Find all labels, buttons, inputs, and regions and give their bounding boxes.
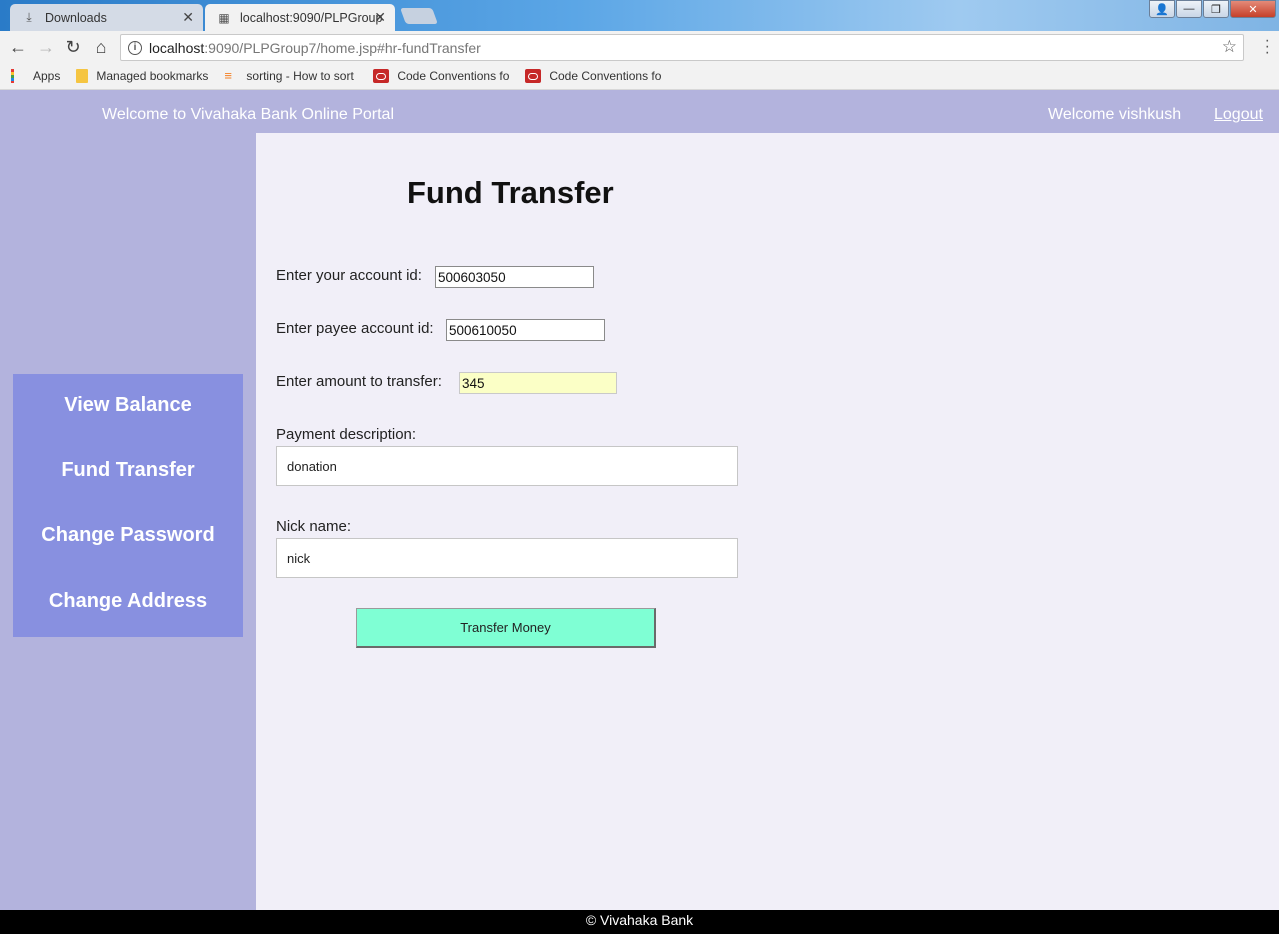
bookmark-label: Apps: [33, 69, 61, 83]
folder-icon: [76, 69, 89, 83]
tab-downloads[interactable]: ⤓ Downloads ✕: [10, 4, 203, 31]
main-content: Fund Transfer Enter your account id: Ent…: [256, 133, 1279, 910]
apps-grid-icon: [11, 69, 25, 83]
site-header: Welcome to Vivahaka Bank Online Portal W…: [0, 90, 1279, 133]
bookmarks-bar: Apps Managed bookmarks ≡ sorting - How t…: [0, 63, 1279, 90]
bookmark-label: sorting - How to sort: [246, 69, 354, 83]
sidebar-item-change-address[interactable]: Change Address: [13, 590, 243, 613]
restore-button[interactable]: ❐: [1203, 0, 1229, 18]
address-bar[interactable]: i localhost:9090/PLPGroup7/home.jsp#hr-f…: [120, 34, 1244, 61]
close-window-button[interactable]: ✕: [1230, 0, 1276, 18]
page-icon: ▦: [218, 10, 230, 25]
bookmark-sorting[interactable]: ≡ sorting - How to sort: [224, 69, 357, 83]
bookmark-label: Code Conventions fo: [397, 69, 510, 83]
nickname-label: Nick name:: [276, 518, 352, 535]
description-label: Payment description:: [276, 426, 417, 443]
tab-label: Downloads: [45, 10, 107, 25]
bookmark-star-icon[interactable]: ☆: [1222, 37, 1237, 57]
tab-label: localhost:9090/PLPGroup: [240, 10, 383, 25]
account-id-label: Enter your account id:: [276, 267, 422, 284]
minimize-button[interactable]: —: [1176, 0, 1202, 18]
profile-icon[interactable]: 👤: [1149, 0, 1175, 18]
logout-link[interactable]: Logout: [1214, 106, 1263, 124]
payee-account-label: Enter payee account id:: [276, 320, 434, 337]
bookmark-managed[interactable]: Managed bookmarks: [76, 69, 208, 83]
sidebar-menu: View Balance Fund Transfer Change Passwo…: [13, 374, 243, 637]
transfer-money-button[interactable]: Transfer Money: [356, 608, 656, 648]
footer: © Vivahaka Bank: [0, 910, 1279, 934]
reload-icon[interactable]: ↻: [62, 36, 84, 58]
bookmark-code-conventions-2[interactable]: Code Conventions fo: [525, 69, 661, 83]
new-tab-button[interactable]: [400, 8, 438, 24]
oracle-icon: [525, 69, 542, 83]
payee-account-input[interactable]: [446, 319, 605, 341]
address-path: :9090/PLPGroup7/home.jsp#hr-fundTransfer: [204, 39, 481, 56]
stackoverflow-icon: ≡: [224, 69, 233, 83]
tab-localhost[interactable]: ▦ localhost:9090/PLPGroup ✕: [205, 4, 395, 31]
description-input[interactable]: [276, 446, 738, 486]
account-id-input[interactable]: [435, 266, 594, 288]
back-arrow-icon[interactable]: ←: [7, 36, 29, 58]
sidebar-item-view-balance[interactable]: View Balance: [13, 394, 243, 417]
bookmark-code-conventions-1[interactable]: Code Conventions fo: [373, 69, 509, 83]
info-icon[interactable]: i: [128, 40, 142, 55]
forward-arrow-icon[interactable]: →: [35, 36, 57, 58]
left-sidebar: View Balance Fund Transfer Change Passwo…: [0, 133, 256, 910]
oracle-icon: [373, 69, 390, 83]
download-icon: ⤓: [26, 10, 32, 24]
bookmark-label: Code Conventions fo: [549, 69, 662, 83]
amount-input[interactable]: [459, 372, 617, 394]
browser-menu-icon[interactable]: · · ·: [1265, 33, 1270, 61]
window-controls: 👤 — ❐ ✕: [1148, 0, 1276, 18]
bookmark-apps[interactable]: Apps: [11, 69, 60, 83]
address-host: localhost: [149, 39, 205, 56]
tab-close-icon[interactable]: ✕: [374, 9, 386, 26]
site-title: Welcome to Vivahaka Bank Online Portal: [102, 106, 395, 123]
home-icon[interactable]: ⌂: [90, 36, 112, 58]
tab-close-icon[interactable]: ✕: [182, 9, 194, 26]
nickname-input[interactable]: [276, 538, 738, 578]
browser-titlebar: ⤓ Downloads ✕ ▦ localhost:9090/PLPGroup …: [0, 0, 1279, 31]
sidebar-item-change-password[interactable]: Change Password: [13, 524, 243, 547]
sidebar-item-fund-transfer[interactable]: Fund Transfer: [13, 459, 243, 482]
welcome-user: Welcome vishkush: [1048, 106, 1182, 123]
amount-label: Enter amount to transfer:: [276, 373, 442, 390]
page-title: Fund Transfer: [407, 175, 614, 210]
bookmark-label: Managed bookmarks: [96, 69, 209, 83]
browser-toolbar: ← → ↻ ⌂ i localhost:9090/PLPGroup7/home.…: [0, 31, 1279, 63]
